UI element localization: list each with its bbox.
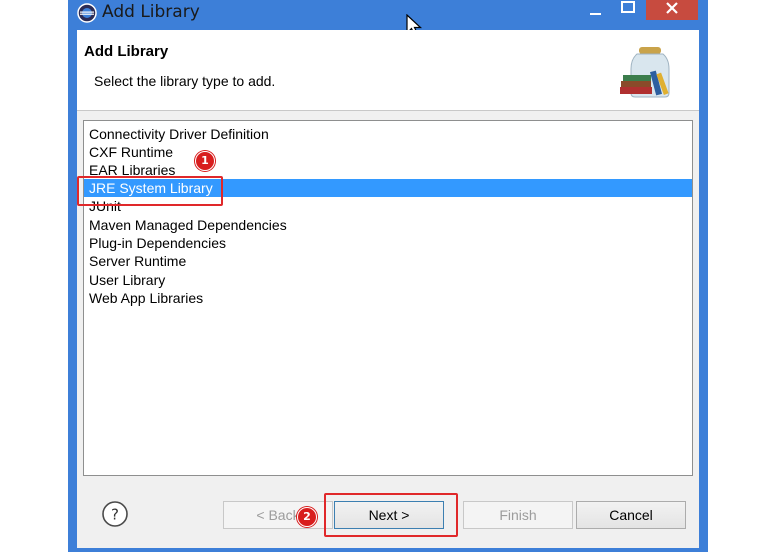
list-item[interactable]: Server Runtime [84, 252, 692, 270]
maximize-icon[interactable] [613, 0, 643, 18]
title-bar[interactable]: Add Library [68, 0, 708, 37]
cancel-button[interactable]: Cancel [576, 501, 686, 529]
annotation-badge-step-2: 2 [297, 507, 317, 527]
wizard-header: Add Library Select the library type to a… [77, 30, 699, 111]
minimize-icon[interactable] [580, 4, 610, 22]
annotation-badge-step-1: 1 [195, 151, 215, 171]
annotation-highlight-next [324, 493, 458, 537]
dialog-content: Add Library Select the library type to a… [77, 30, 699, 548]
list-item[interactable]: Web App Libraries [84, 289, 692, 307]
list-item[interactable]: Maven Managed Dependencies [84, 216, 692, 234]
close-button[interactable] [646, 0, 698, 20]
list-item[interactable]: CXF Runtime [84, 143, 692, 161]
svg-text:?: ? [111, 506, 119, 524]
help-icon[interactable]: ? [101, 500, 129, 528]
eclipse-app-icon [77, 3, 97, 23]
add-library-dialog: Add Library Add Library Select the libra… [68, 0, 708, 552]
window-title: Add Library [102, 2, 200, 22]
annotation-highlight-jre [77, 176, 223, 206]
finish-button[interactable]: Finish [463, 501, 573, 529]
library-type-list[interactable]: Connectivity Driver Definition CXF Runti… [83, 120, 693, 476]
close-icon [666, 2, 678, 14]
page-title: Add Library [84, 43, 169, 60]
page-description: Select the library type to add. [94, 73, 276, 89]
list-item[interactable]: Plug-in Dependencies [84, 234, 692, 252]
list-item[interactable]: User Library [84, 271, 692, 289]
list-item[interactable]: Connectivity Driver Definition [84, 125, 692, 143]
library-jar-icon [620, 47, 670, 98]
